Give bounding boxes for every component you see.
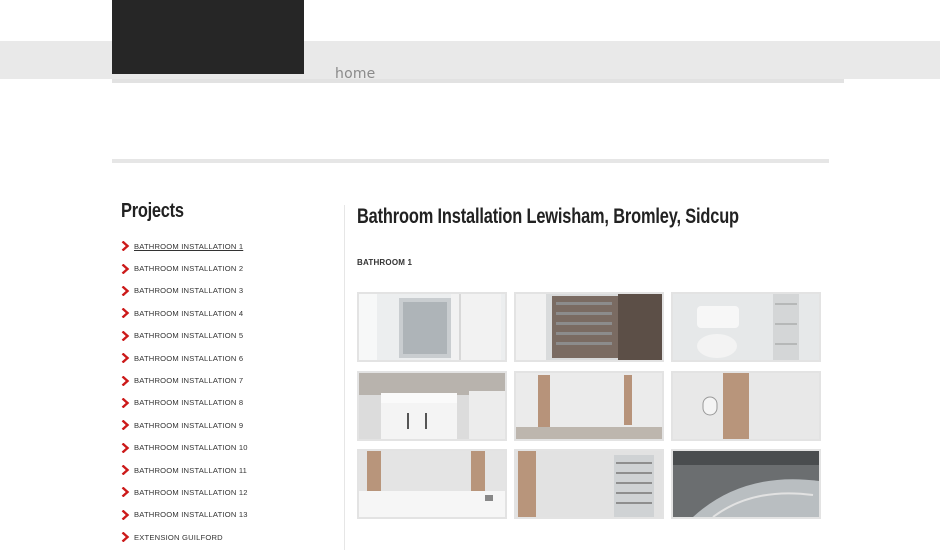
chevron-right-icon	[121, 487, 130, 498]
chevron-right-icon	[121, 352, 130, 364]
project-link-5[interactable]: BATHROOM INSTALLATION 5	[121, 325, 341, 347]
nav-underline	[112, 79, 844, 83]
chevron-right-icon	[121, 442, 130, 454]
project-link-4[interactable]: BATHROOM INSTALLATION 4	[121, 302, 341, 324]
project-label: BATHROOM INSTALLATION 9	[134, 420, 244, 430]
chevron-right-icon	[121, 375, 130, 386]
project-label: BATHROOM INSTALLATION 10	[134, 443, 248, 453]
chevron-right-icon	[121, 397, 130, 409]
bathroom-photo-8	[516, 451, 662, 517]
gallery-thumbnail-3[interactable]	[671, 292, 821, 362]
project-link-1[interactable]: BATHROOM INSTALLATION 1	[121, 235, 341, 257]
bathroom-photo-5	[516, 373, 662, 439]
project-label: BATHROOM INSTALLATION 4	[134, 308, 244, 318]
project-link-13[interactable]: BATHROOM INSTALLATION 13	[121, 504, 341, 526]
project-link-9[interactable]: BATHROOM INSTALLATION 9	[121, 414, 341, 436]
bathroom-photo-6	[673, 373, 819, 439]
gallery-subheading: BATHROOM 1	[357, 258, 413, 267]
bathroom-photo-7	[359, 451, 505, 517]
project-label: BATHROOM INSTALLATION 12	[134, 487, 248, 497]
header-divider	[112, 159, 829, 163]
chevron-right-icon	[121, 531, 130, 543]
gallery-thumbnail-7[interactable]	[357, 449, 507, 519]
project-label: BATHROOM INSTALLATION 6	[134, 353, 244, 363]
project-link-14[interactable]: EXTENSION GUILFORD	[121, 526, 341, 548]
chevron-right-icon	[121, 330, 130, 342]
gallery-thumbnail-8[interactable]	[514, 449, 664, 519]
project-label: BATHROOM INSTALLATION 1	[134, 241, 244, 251]
project-label: BATHROOM INSTALLATION 3	[134, 286, 244, 296]
project-link-11[interactable]: BATHROOM INSTALLATION 11	[121, 459, 341, 481]
chevron-right-icon	[121, 464, 130, 476]
chevron-right-icon	[121, 240, 130, 252]
bathroom-photo-9	[673, 451, 819, 517]
gallery-thumbnail-5[interactable]	[514, 371, 664, 441]
chevron-right-icon	[121, 307, 130, 319]
chevron-right-icon	[121, 419, 130, 431]
project-label: BATHROOM INSTALLATION 11	[134, 465, 248, 475]
project-label: BATHROOM INSTALLATION 8	[134, 398, 244, 408]
chevron-right-icon	[121, 285, 130, 297]
sidebar: Projects BATHROOM INSTALLATION 1 BATHROO…	[121, 200, 341, 548]
sidebar-title: Projects	[121, 200, 184, 222]
site-logo[interactable]	[112, 0, 304, 74]
bathroom-photo-1	[359, 294, 505, 360]
column-divider	[344, 205, 345, 550]
project-label: BATHROOM INSTALLATION 13	[134, 510, 248, 520]
project-link-12[interactable]: BATHROOM INSTALLATION 12	[121, 481, 341, 503]
bathroom-photo-2	[516, 294, 662, 360]
project-link-3[interactable]: BATHROOM INSTALLATION 3	[121, 280, 341, 302]
project-label: EXTENSION GUILFORD	[134, 532, 223, 542]
project-label: BATHROOM INSTALLATION 5	[134, 331, 244, 341]
page-title: Bathroom Installation Lewisham, Bromley,…	[357, 205, 739, 228]
photo-gallery	[357, 292, 823, 522]
project-label: BATHROOM INSTALLATION 7	[134, 376, 244, 386]
project-link-6[interactable]: BATHROOM INSTALLATION 6	[121, 347, 341, 369]
bathroom-photo-4	[359, 373, 505, 439]
bathroom-photo-3	[673, 294, 819, 360]
project-link-2[interactable]: BATHROOM INSTALLATION 2	[121, 257, 341, 279]
gallery-thumbnail-9[interactable]	[671, 449, 821, 519]
project-label: BATHROOM INSTALLATION 2	[134, 264, 244, 274]
chevron-right-icon	[121, 509, 130, 521]
project-link-7[interactable]: BATHROOM INSTALLATION 7	[121, 369, 341, 391]
gallery-thumbnail-6[interactable]	[671, 371, 821, 441]
project-link-8[interactable]: BATHROOM INSTALLATION 8	[121, 392, 341, 414]
gallery-thumbnail-2[interactable]	[514, 292, 664, 362]
gallery-thumbnail-1[interactable]	[357, 292, 507, 362]
project-list: BATHROOM INSTALLATION 1 BATHROOM INSTALL…	[121, 235, 341, 548]
project-link-10[interactable]: BATHROOM INSTALLATION 10	[121, 437, 341, 459]
gallery-thumbnail-4[interactable]	[357, 371, 507, 441]
chevron-right-icon	[121, 263, 130, 274]
